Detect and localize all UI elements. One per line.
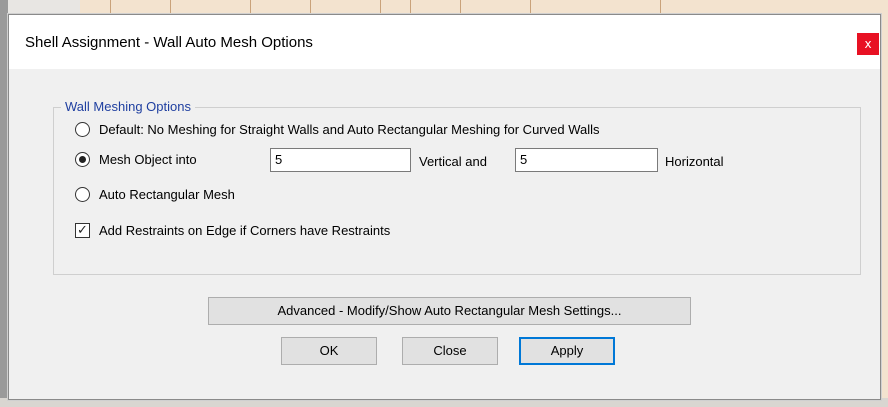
auto-rectangular-mesh-label: Auto Rectangular Mesh (99, 187, 235, 202)
grid-line (110, 0, 111, 14)
dialog-title: Shell Assignment - Wall Auto Mesh Option… (25, 34, 313, 51)
add-restraints-option[interactable]: ✓ Add Restraints on Edge if Corners have… (75, 223, 390, 238)
mesh-object-into-label: Mesh Object into (99, 152, 197, 167)
advanced-mesh-settings-button[interactable]: Advanced - Modify/Show Auto Rectangular … (208, 297, 691, 325)
background-left-edge (0, 0, 8, 407)
grid-line (660, 0, 661, 14)
grid-line (250, 0, 251, 14)
mesh-object-into-option[interactable]: Mesh Object into (75, 152, 197, 167)
default-option-label: Default: No Meshing for Straight Walls a… (99, 122, 600, 137)
grid-line (530, 0, 531, 14)
auto-rectangular-mesh-option[interactable]: Auto Rectangular Mesh (75, 187, 235, 202)
grid-line (310, 0, 311, 14)
ok-button[interactable]: OK (281, 337, 377, 365)
background-grid-strip (80, 0, 888, 14)
title-bar[interactable]: Shell Assignment - Wall Auto Mesh Option… (9, 15, 880, 69)
background-right-edge (881, 0, 888, 407)
group-legend: Wall Meshing Options (61, 99, 195, 114)
wall-auto-mesh-dialog: Shell Assignment - Wall Auto Mesh Option… (8, 14, 881, 400)
grid-line (380, 0, 381, 14)
grid-line (410, 0, 411, 14)
add-restraints-checkbox[interactable]: ✓ (75, 223, 90, 238)
auto-rectangular-mesh-radio[interactable] (75, 187, 90, 202)
default-radio[interactable] (75, 122, 90, 137)
grid-line (170, 0, 171, 14)
mesh-object-into-radio[interactable] (75, 152, 90, 167)
close-icon: x (864, 37, 872, 51)
close-button[interactable]: Close (402, 337, 498, 365)
add-restraints-label: Add Restraints on Edge if Corners have R… (99, 223, 391, 238)
apply-button[interactable]: Apply (519, 337, 615, 365)
horizontal-label: Horizontal (665, 154, 724, 169)
checkmark-icon: ✓ (77, 223, 88, 238)
grid-line (460, 0, 461, 14)
close-window-button[interactable]: x (857, 33, 879, 55)
vertical-divisions-input[interactable]: 5 (270, 148, 411, 172)
vertical-and-label: Vertical and (419, 154, 487, 169)
horizontal-divisions-input[interactable]: 5 (515, 148, 658, 172)
default-meshing-option[interactable]: Default: No Meshing for Straight Walls a… (75, 122, 600, 137)
